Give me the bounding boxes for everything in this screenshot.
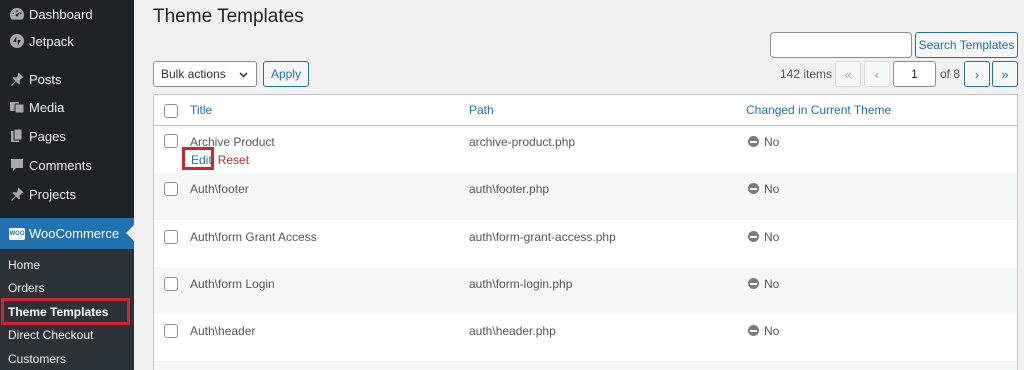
row-checkbox[interactable] xyxy=(164,134,178,148)
row-changed-label: No xyxy=(764,230,780,244)
row-checkbox[interactable] xyxy=(164,182,178,196)
bulk-actions-value: Bulk actions xyxy=(161,67,226,81)
table-row: Auth\form Grant Access auth\form-grant-a… xyxy=(154,220,1017,267)
sidebar-item-pages[interactable]: Pages xyxy=(0,122,134,150)
row-path: auth\header.php xyxy=(469,324,556,338)
row-title[interactable]: Auth\form Login xyxy=(190,277,275,291)
table-header: Title Path Changed in Current Theme xyxy=(154,95,1017,126)
table-row: Auth\footer auth\footer.php No xyxy=(154,173,1017,220)
templates-table: Title Path Changed in Current Theme Arch… xyxy=(153,94,1018,370)
highlight-box xyxy=(1,298,130,325)
woo-badge: WOO xyxy=(9,227,25,240)
row-changed-label: No xyxy=(764,135,780,149)
admin-sidebar: Dashboard Jetpack Posts Media Pages Comm… xyxy=(0,0,134,370)
pin-icon xyxy=(6,71,28,87)
page-title: Theme Templates xyxy=(153,6,304,27)
table-row xyxy=(154,361,1017,370)
reset-link[interactable]: Reset xyxy=(218,153,249,167)
sidebar-item-label: Media xyxy=(29,99,65,115)
sidebar-item-projects[interactable]: Projects xyxy=(0,180,134,208)
comments-icon xyxy=(6,157,28,173)
submenu-item-home[interactable]: Home xyxy=(8,255,40,275)
row-changed: No xyxy=(748,135,779,149)
current-page-input[interactable]: 1 xyxy=(893,61,936,87)
bulk-actions-select[interactable]: Bulk actions xyxy=(153,61,257,87)
row-changed: No xyxy=(748,324,779,338)
row-changed-label: No xyxy=(764,324,780,338)
sidebar-item-media[interactable]: Media xyxy=(0,93,134,121)
search-templates-button[interactable]: Search Templates xyxy=(915,32,1018,58)
row-changed: No xyxy=(748,277,779,291)
table-row: Auth\form Login auth\form-login.php No xyxy=(154,267,1017,314)
chevron-down-icon xyxy=(238,69,249,83)
row-title[interactable]: Auth\form Grant Access xyxy=(190,230,317,244)
row-changed: No xyxy=(748,182,779,196)
row-changed: No xyxy=(748,230,779,244)
sidebar-item-posts[interactable]: Posts xyxy=(0,65,134,93)
column-changed[interactable]: Changed in Current Theme xyxy=(746,103,891,117)
pages-icon xyxy=(6,128,28,144)
row-changed-label: No xyxy=(764,182,780,196)
row-title[interactable]: Auth\footer xyxy=(190,182,249,196)
submenu-item-customers[interactable]: Customers xyxy=(8,349,66,369)
table-row: Archive Product archive-product.php No E… xyxy=(154,126,1017,173)
sidebar-item-label: Projects xyxy=(29,186,76,202)
row-changed-label: No xyxy=(764,277,780,291)
sidebar-item-dashboard[interactable]: Dashboard xyxy=(0,0,134,28)
sidebar-item-comments[interactable]: Comments xyxy=(0,151,134,179)
woocommerce-icon: WOO xyxy=(6,227,28,240)
next-page-button[interactable]: › xyxy=(964,61,990,87)
no-icon xyxy=(748,183,759,194)
items-count: 142 items xyxy=(780,67,833,81)
sidebar-item-label: Comments xyxy=(29,157,92,173)
row-checkbox[interactable] xyxy=(164,230,178,244)
jetpack-icon xyxy=(6,33,28,49)
no-icon xyxy=(748,278,759,289)
last-page-button[interactable]: » xyxy=(992,61,1018,87)
media-icon xyxy=(6,99,28,115)
select-all-checkbox[interactable] xyxy=(164,104,178,118)
row-path: auth\form-grant-access.php xyxy=(469,230,616,244)
sidebar-item-label: Posts xyxy=(29,71,62,87)
submenu-item-orders[interactable]: Orders xyxy=(8,278,45,298)
sidebar-item-label: Jetpack xyxy=(29,33,74,49)
pin-icon xyxy=(6,186,28,202)
row-path: auth\form-login.php xyxy=(469,277,573,291)
sidebar-item-label: Dashboard xyxy=(29,6,93,22)
sidebar-item-woocommerce[interactable]: WOO WooCommerce xyxy=(0,218,134,249)
no-icon xyxy=(748,231,759,242)
row-title[interactable]: Auth\header xyxy=(190,324,255,338)
sidebar-item-label: Pages xyxy=(29,128,66,144)
row-checkbox[interactable] xyxy=(164,324,178,338)
dashboard-icon xyxy=(6,6,28,22)
active-indicator-arrow xyxy=(126,225,134,241)
search-input[interactable] xyxy=(770,32,912,58)
apply-button[interactable]: Apply xyxy=(263,61,309,87)
table-row: Auth\header auth\header.php No xyxy=(154,314,1017,361)
row-path: archive-product.php xyxy=(469,135,576,149)
no-icon xyxy=(748,136,759,147)
sidebar-item-label: WooCommerce xyxy=(29,226,120,241)
highlight-box xyxy=(182,147,214,170)
column-title[interactable]: Title xyxy=(190,103,212,117)
sidebar-item-jetpack[interactable]: Jetpack xyxy=(0,27,134,55)
column-path[interactable]: Path xyxy=(469,103,494,117)
prev-page-button[interactable]: ‹ xyxy=(864,61,890,87)
total-pages: of 8 xyxy=(940,67,961,81)
submenu-item-direct-checkout[interactable]: Direct Checkout xyxy=(8,325,93,345)
no-icon xyxy=(748,325,759,336)
first-page-button[interactable]: « xyxy=(835,61,861,87)
row-path: auth\footer.php xyxy=(469,182,550,196)
row-checkbox[interactable] xyxy=(164,277,178,291)
